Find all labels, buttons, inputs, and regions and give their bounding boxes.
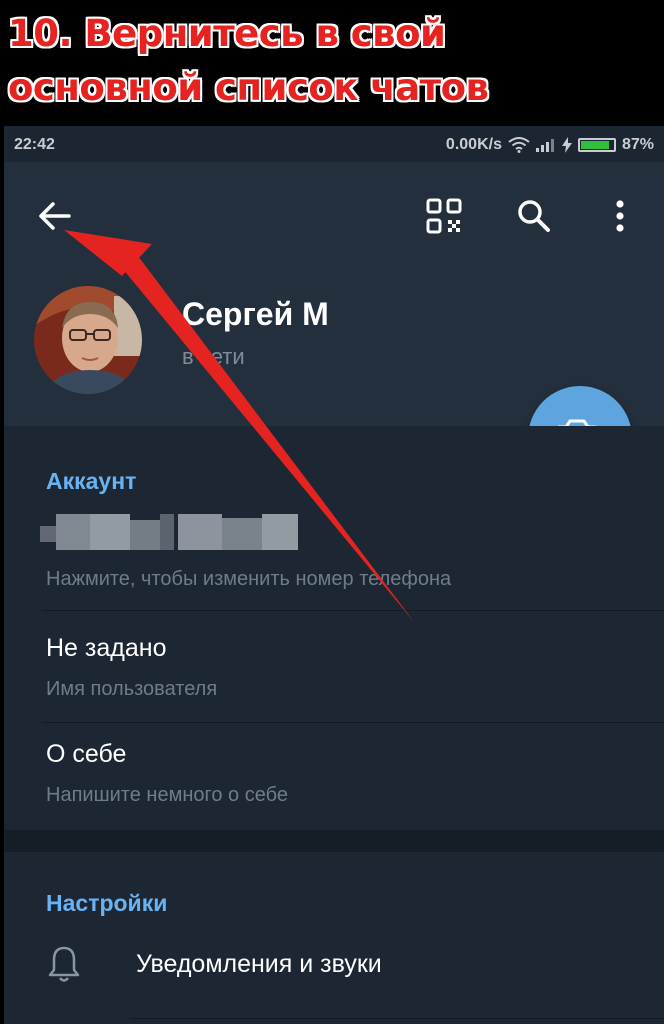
back-button[interactable] (30, 192, 78, 240)
username-value: Не задано (46, 634, 167, 662)
settings-section-title: Настройки (46, 890, 168, 916)
status-time: 22:42 (14, 136, 55, 153)
phone-screen: 22:42 0.00K/s 87% Сергей М в сети Аккаун… (4, 126, 664, 1024)
battery-icon (577, 138, 616, 152)
account-section: Аккаунт Нажмите, чтобы изменить номер те… (4, 426, 664, 830)
bio-hint: Напишите немного о себе (46, 784, 288, 806)
more-vert-icon (616, 200, 624, 232)
wifi-icon (508, 137, 530, 153)
phone-number-hint: Нажмите, чтобы изменить номер телефона (46, 568, 452, 590)
settings-item-label: Уведомления и звуки (136, 950, 382, 978)
qr-code-icon (426, 198, 462, 234)
phone-number-row[interactable]: Нажмите, чтобы изменить номер телефона (4, 506, 664, 612)
network-speed: 0.00K/s (445, 136, 502, 153)
qr-code-button[interactable] (420, 192, 468, 240)
avatar-photo (34, 286, 142, 394)
profile-name: Сергей М (182, 296, 329, 332)
profile-header: Сергей М в сети (4, 162, 664, 426)
bio-value: О себе (46, 740, 127, 768)
account-section-title: Аккаунт (46, 468, 137, 494)
bell-icon (48, 946, 80, 982)
phone-number-value (40, 514, 300, 550)
charging-icon (561, 137, 572, 153)
divider (42, 610, 664, 611)
divider (42, 722, 664, 723)
divider (130, 1018, 664, 1019)
caption-line-1: 10. Вернитесь в свой (8, 12, 446, 55)
signal-icon (535, 139, 554, 152)
more-options-button[interactable] (596, 192, 644, 240)
search-icon (518, 200, 550, 232)
settings-item-notifications[interactable]: Уведомления и звуки (4, 944, 664, 1024)
username-row[interactable]: Не задано Имя пользователя (4, 612, 664, 718)
instruction-caption: 10. Вернитесь в свой основной список чат… (0, 0, 664, 126)
avatar[interactable] (34, 286, 142, 394)
settings-section: Настройки Уведомления и звуки (4, 852, 664, 1024)
username-label: Имя пользователя (46, 678, 218, 700)
status-bar: 22:42 0.00K/s 87% (4, 126, 664, 162)
profile-status: в сети (182, 344, 245, 369)
arrow-left-icon (39, 202, 71, 230)
battery-percent: 87% (621, 136, 654, 153)
caption-line-2: основной список чатов (8, 66, 489, 109)
bio-row[interactable]: О себе Напишите немного о себе (4, 724, 664, 830)
search-button[interactable] (510, 192, 558, 240)
section-gap (4, 830, 664, 852)
